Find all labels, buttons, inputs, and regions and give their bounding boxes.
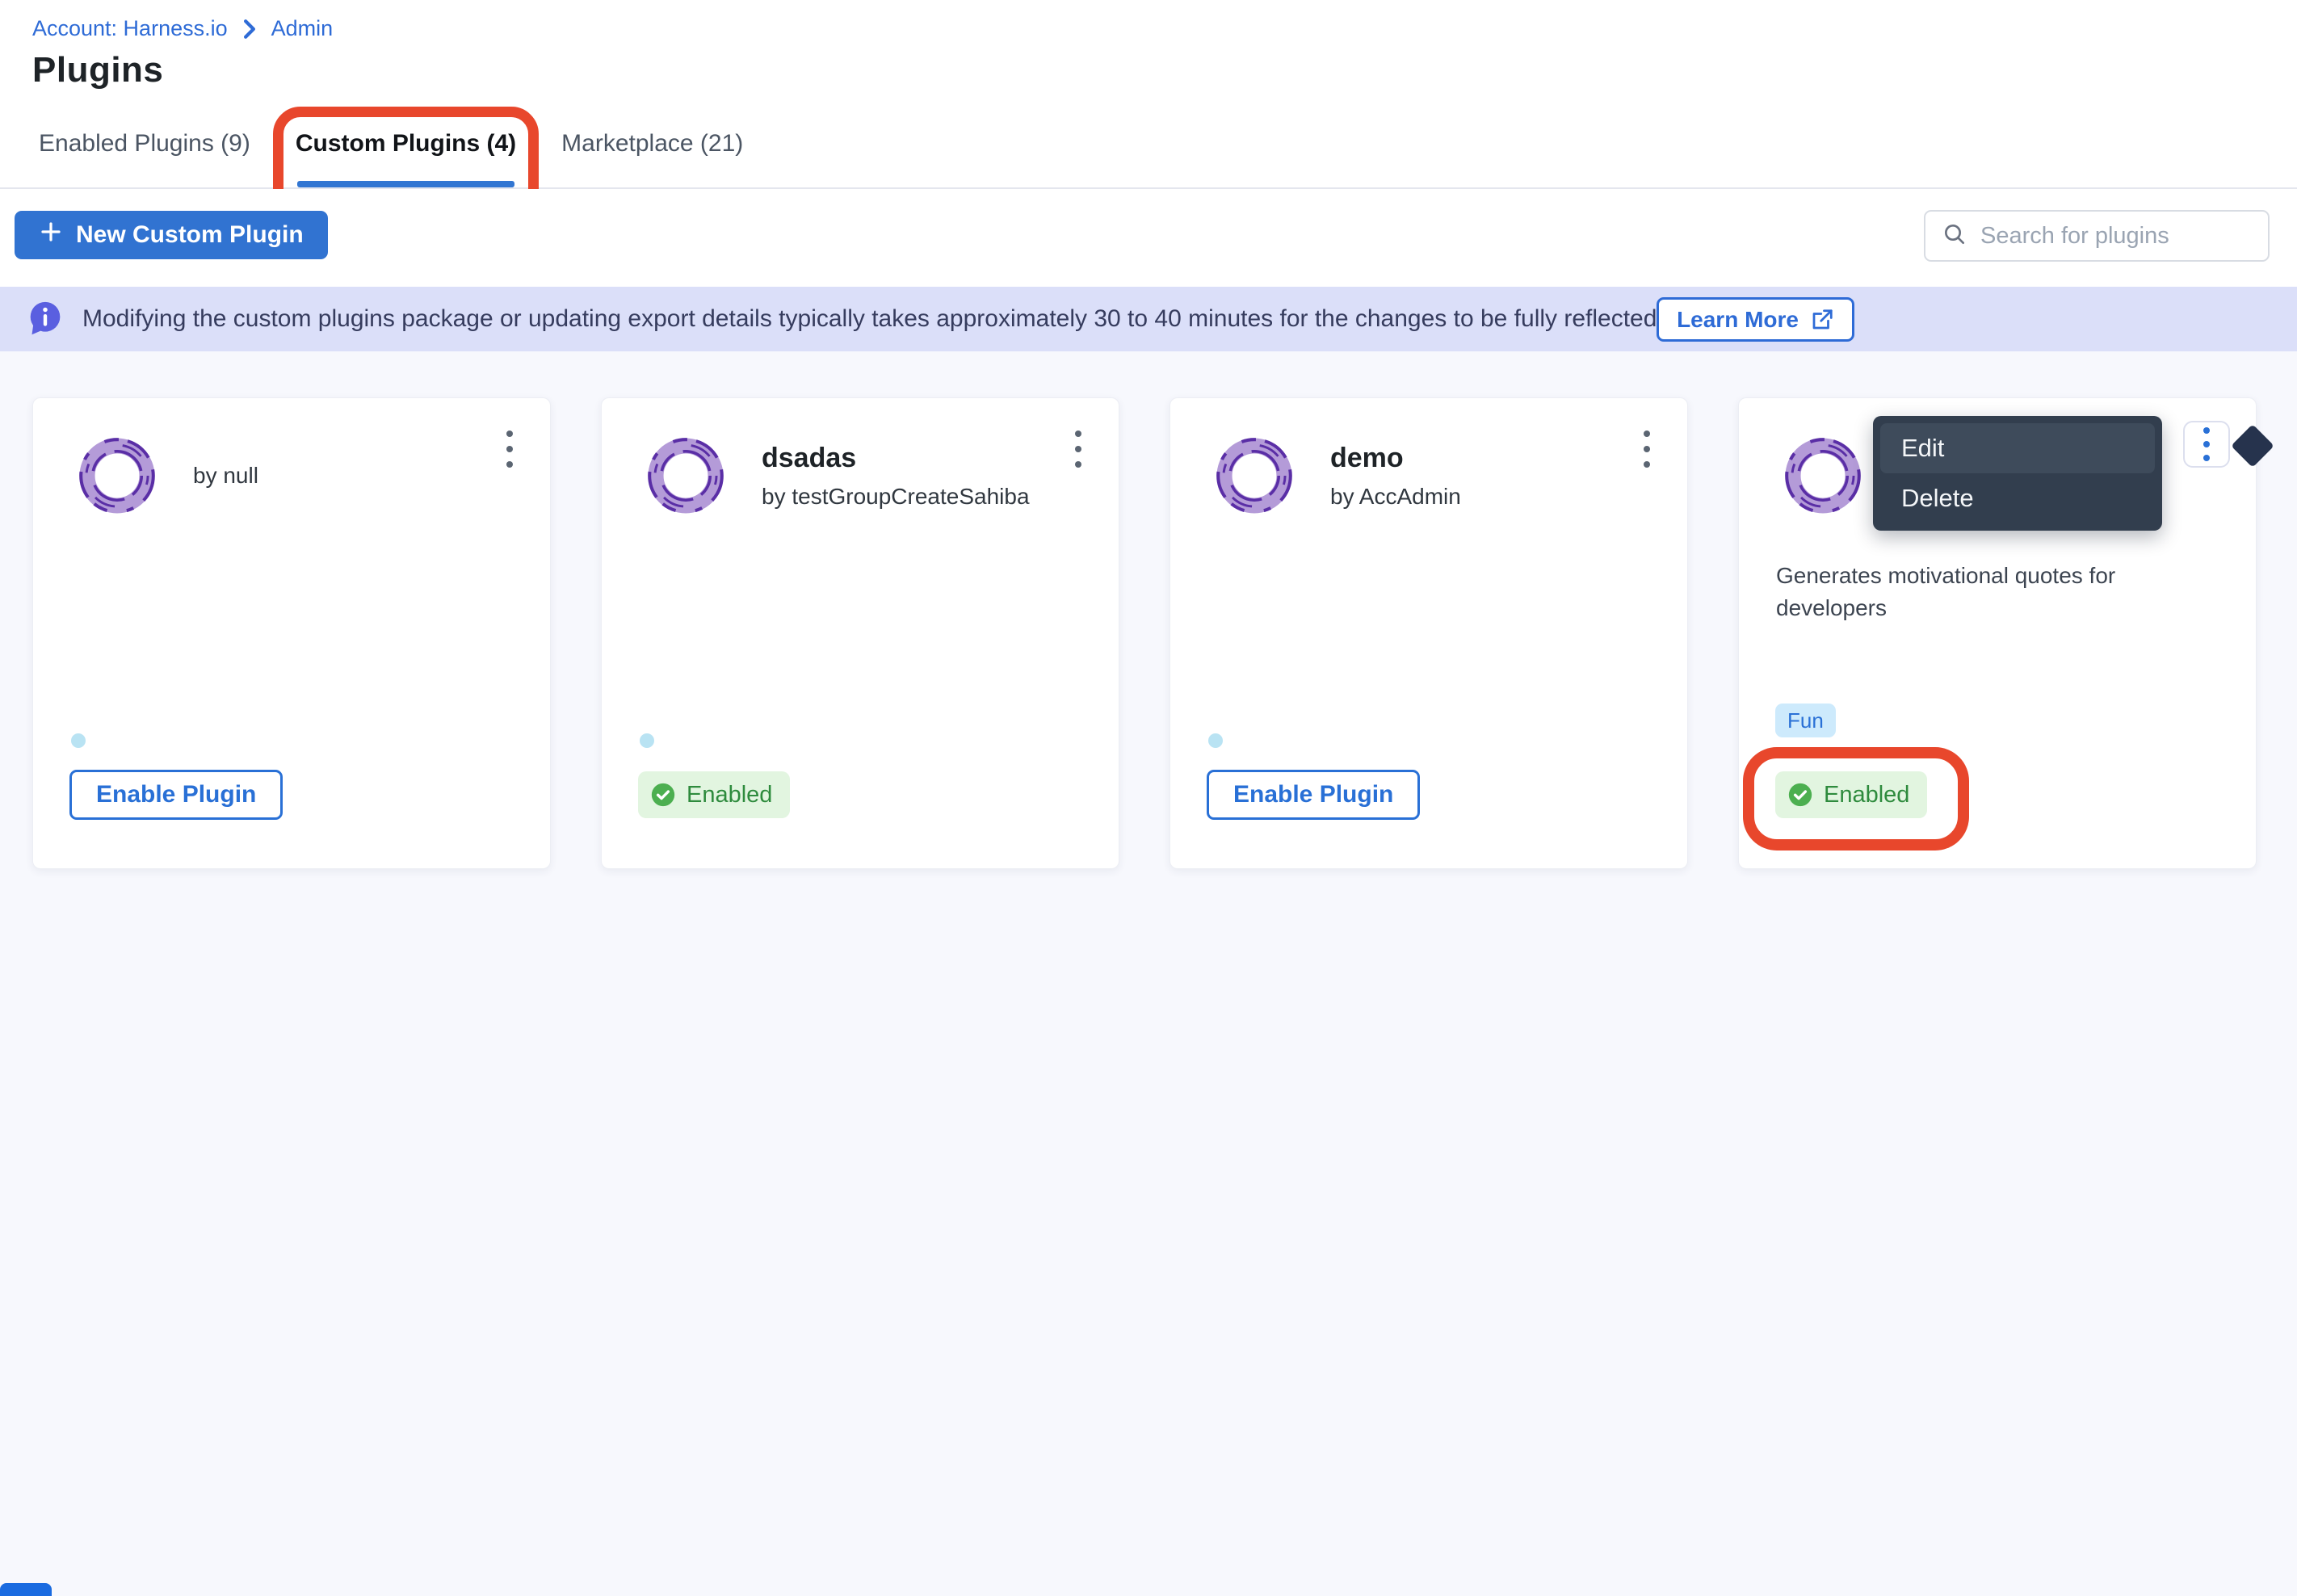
enabled-status-badge: Enabled	[1775, 771, 1927, 818]
external-link-icon	[1810, 308, 1834, 332]
plugin-tag-fun: Fun	[1775, 704, 1836, 737]
plugin-description: Generates motivational quotes for develo…	[1776, 560, 2219, 624]
tab-marketplace[interactable]: Marketplace (21)	[561, 129, 743, 187]
plugins-page: Account: Harness.io Admin Plugins Enable…	[0, 0, 2297, 1596]
plugin-byline: by AccAdmin	[1330, 484, 1461, 510]
plugin-title: demo	[1330, 443, 1461, 474]
search-input[interactable]	[1980, 223, 2285, 250]
tag-placeholder-dot	[71, 733, 86, 748]
breadcrumb: Account: Harness.io Admin	[32, 16, 333, 41]
page-header: Account: Harness.io Admin Plugins Enable…	[0, 0, 2297, 187]
plugin-byline: by null	[193, 463, 258, 489]
breadcrumb-admin-link[interactable]: Admin	[271, 16, 334, 41]
tab-bar: Enabled Plugins (9) Custom Plugins (4) M…	[39, 129, 743, 187]
plugin-card-quotes: Edit Delete Generates motivational quote…	[1738, 397, 2257, 869]
chevron-right-icon	[241, 19, 258, 40]
plugin-ring-logo	[1778, 430, 1868, 521]
plugin-card-null: by null Enable Plugin	[32, 397, 551, 869]
menu-item-delete[interactable]: Delete	[1880, 473, 2155, 523]
info-banner: Modifying the custom plugins package or …	[0, 287, 2297, 351]
tag-placeholder-dot	[1208, 733, 1223, 748]
plugin-ring-logo	[1209, 430, 1300, 521]
plugin-card-demo: demo by AccAdmin Enable Plugin	[1169, 397, 1688, 869]
card-context-menu: Edit Delete	[1873, 416, 2162, 531]
kebab-menu-button-active[interactable]	[2183, 421, 2230, 468]
kebab-menu-icon[interactable]	[1070, 426, 1086, 472]
enabled-status-badge: Enabled	[638, 771, 790, 818]
chat-widget-edge[interactable]	[0, 1583, 52, 1596]
new-custom-plugin-button[interactable]: New Custom Plugin	[15, 211, 328, 259]
enable-plugin-button[interactable]: Enable Plugin	[1207, 770, 1420, 820]
menu-pointer	[2231, 424, 2274, 468]
plugin-card-dsadas: dsadas by testGroupCreateSahiba Enabled	[601, 397, 1119, 869]
enable-plugin-button[interactable]: Enable Plugin	[69, 770, 283, 820]
check-circle-icon	[1787, 781, 1814, 808]
learn-more-button[interactable]: Learn More	[1657, 297, 1854, 342]
plugin-ring-logo	[640, 430, 731, 521]
page-title: Plugins	[32, 50, 163, 90]
breadcrumb-account-link[interactable]: Account: Harness.io	[32, 16, 228, 41]
kebab-menu-icon[interactable]	[1639, 426, 1655, 472]
tab-enabled-plugins[interactable]: Enabled Plugins (9)	[39, 129, 250, 187]
cards-area: by null Enable Plugin	[0, 351, 2297, 1596]
plus-icon	[39, 220, 63, 250]
plugin-title: dsadas	[762, 443, 1030, 474]
menu-item-edit[interactable]: Edit	[1880, 423, 2155, 473]
active-tab-underline	[297, 181, 514, 187]
kebab-menu-icon[interactable]	[502, 426, 518, 472]
plugin-byline: by testGroupCreateSahiba	[762, 484, 1030, 510]
tag-placeholder-dot	[640, 733, 654, 748]
check-circle-icon	[649, 781, 677, 808]
toolbar: New Custom Plugin	[0, 189, 2297, 287]
tab-custom-plugins[interactable]: Custom Plugins (4)	[296, 129, 516, 187]
plugin-card-grid: by null Enable Plugin	[32, 397, 2257, 869]
info-icon	[27, 300, 63, 338]
plugin-ring-logo	[72, 430, 162, 521]
plugin-search	[1924, 210, 2270, 262]
search-icon	[1942, 221, 1967, 251]
banner-message: Modifying the custom plugins package or …	[82, 305, 1664, 333]
